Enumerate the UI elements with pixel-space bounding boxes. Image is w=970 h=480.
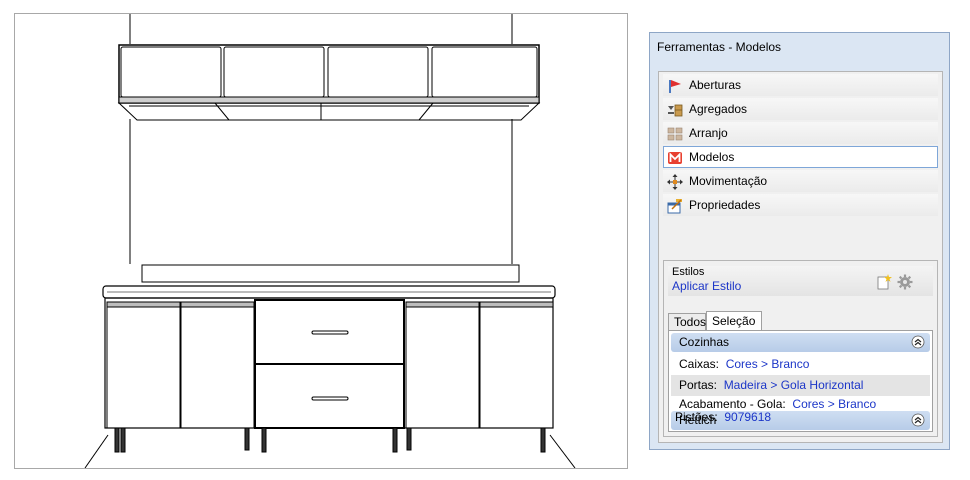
property-row-portas: Portas: Madeira > Gola Horizontal: [671, 375, 930, 396]
upper-door-2: [223, 46, 325, 98]
tool-item-label: Agregados: [689, 102, 748, 116]
gear-icon[interactable]: [897, 274, 913, 290]
property-value-link[interactable]: Cores > Branco: [726, 357, 810, 371]
panel-title: Ferramentas - Modelos: [657, 40, 782, 54]
tool-item-arranjo[interactable]: Arranjo: [663, 122, 938, 144]
move-arrows-icon: [667, 174, 683, 190]
arrangement-icon: [667, 127, 683, 141]
apply-style-link[interactable]: Aplicar Estilo: [672, 279, 741, 293]
panel-body: Aberturas Agregados Arranjo Modelos Movi…: [658, 71, 943, 443]
property-row-pistoes: Pistões: 9079618: [667, 407, 926, 427]
backsplash: [141, 264, 520, 283]
upper-door-4: [431, 46, 538, 98]
property-row-caixas: Caixas: Cores > Branco: [671, 354, 930, 375]
upper-cabinet-body: [118, 44, 540, 104]
base-door-4: [479, 301, 554, 429]
property-key: Pistões:: [675, 410, 718, 424]
floor-line-right: [549, 434, 576, 468]
new-style-icon[interactable]: [876, 274, 892, 290]
tool-item-agregados[interactable]: Agregados: [663, 98, 938, 120]
group-title: Cozinhas: [679, 335, 730, 349]
tool-item-modelos[interactable]: Modelos: [663, 146, 938, 168]
tool-item-label: Movimentação: [689, 174, 768, 188]
tool-item-aberturas[interactable]: Aberturas: [663, 74, 938, 96]
base-door-3: [405, 301, 480, 429]
floor-line-left: [84, 434, 109, 468]
styles-header: Estilos Aplicar Estilo: [668, 266, 933, 296]
models-icon: [668, 152, 682, 164]
tab-selecao[interactable]: Seleção: [706, 311, 762, 331]
tools-panel: Ferramentas - Modelos Aberturas Agregado…: [649, 32, 950, 450]
drawer-handle-bottom: [311, 396, 349, 401]
tool-item-label: Propriedades: [689, 198, 761, 212]
tool-item-movimentacao[interactable]: Movimentação: [663, 170, 938, 192]
collapse-icon[interactable]: [911, 335, 925, 349]
base-cabinets: [104, 297, 554, 429]
cabinet-legs: [114, 427, 546, 453]
upper-profile: [118, 96, 540, 104]
tab-todos[interactable]: Todos: [668, 313, 706, 330]
tool-item-label: Modelos: [689, 150, 735, 164]
group-header-cozinhas[interactable]: Cozinhas: [671, 333, 930, 352]
styles-title: Estilos: [672, 266, 705, 278]
upper-cabinets: [117, 44, 541, 121]
upper-door-1: [120, 46, 222, 98]
property-key: Portas:: [679, 378, 718, 392]
property-value-link[interactable]: 9079618: [724, 410, 771, 424]
base-door-1: [106, 301, 181, 429]
upper-door-3: [327, 46, 429, 98]
properties-icon: [667, 199, 682, 214]
tool-item-propriedades[interactable]: Propriedades: [663, 194, 938, 216]
tool-item-label: Aberturas: [689, 78, 742, 92]
kitchen-cabinet-drawing: [84, 14, 576, 468]
tool-item-label: Arranjo: [689, 126, 728, 140]
base-door-2: [180, 301, 255, 429]
aggregates-icon: [668, 104, 683, 117]
property-value-link[interactable]: Madeira > Gola Horizontal: [724, 378, 864, 392]
drawer-handle-top: [311, 330, 349, 335]
property-key: Caixas:: [679, 357, 720, 371]
drawer-bottom: [254, 363, 405, 429]
flag-icon: [669, 80, 681, 93]
drawing-viewport[interactable]: [14, 13, 628, 469]
